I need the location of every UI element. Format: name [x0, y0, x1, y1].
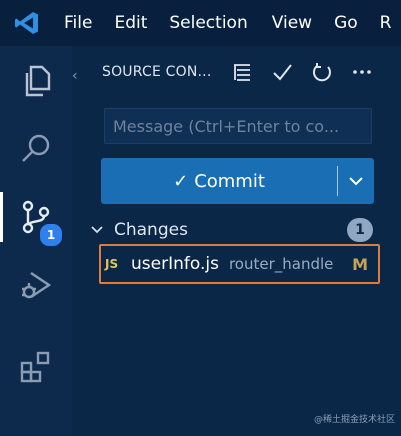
- extensions-icon: [20, 351, 50, 383]
- source-control-panel: ‹ SOURCE CON... ✓ Commit: [72, 46, 401, 436]
- commit-button[interactable]: ✓ Commit: [101, 158, 337, 204]
- more-icon[interactable]: [350, 60, 374, 84]
- panel-title: SOURCE CON...: [102, 64, 212, 80]
- activity-source-control[interactable]: 1: [0, 186, 72, 248]
- file-status-modified: M: [352, 254, 368, 274]
- commit-button-group: ✓ Commit: [101, 158, 374, 204]
- changes-label: Changes: [114, 220, 188, 240]
- activity-explorer[interactable]: [0, 50, 72, 112]
- commit-dropdown-button[interactable]: [338, 158, 374, 204]
- activity-bar: 1: [0, 46, 72, 436]
- changes-count-badge: 1: [347, 218, 373, 242]
- menu-go[interactable]: Go: [334, 13, 358, 33]
- chevron-down-icon: [349, 177, 363, 186]
- panel-actions: [230, 58, 390, 86]
- file-name: userInfo.js: [131, 254, 219, 274]
- menu-selection[interactable]: Selection: [169, 13, 247, 33]
- changes-section-header[interactable]: Changes: [90, 218, 188, 242]
- menu-bar: File Edit Selection View Go R: [64, 0, 401, 46]
- menu-file[interactable]: File: [64, 13, 92, 33]
- source-control-badge: 1: [38, 222, 64, 248]
- check-icon: ✓: [173, 170, 189, 192]
- javascript-file-icon: JS: [105, 257, 119, 271]
- run-debug-icon: [22, 272, 52, 299]
- menu-run[interactable]: R: [380, 13, 392, 33]
- menu-view[interactable]: View: [272, 13, 312, 33]
- changed-file-item[interactable]: JS userInfo.js router_handle M: [99, 244, 380, 284]
- menu-edit[interactable]: Edit: [114, 13, 147, 33]
- commit-message-input[interactable]: [104, 108, 372, 144]
- view-as-tree-icon[interactable]: [230, 60, 254, 84]
- commit-button-label: Commit: [194, 170, 265, 192]
- activity-search[interactable]: [0, 118, 72, 180]
- chevron-left-icon[interactable]: ‹: [72, 68, 78, 84]
- files-icon: [25, 65, 51, 97]
- file-directory: router_handle: [228, 255, 334, 273]
- refresh-icon[interactable]: [310, 60, 334, 84]
- search-icon: [22, 134, 50, 162]
- title-bar: File Edit Selection View Go R: [0, 0, 401, 46]
- check-icon[interactable]: [270, 60, 294, 84]
- chevron-down-icon: [91, 226, 103, 234]
- watermark: @稀土掘金技术社区: [314, 415, 396, 425]
- activity-run-debug[interactable]: [0, 254, 72, 316]
- vscode-logo-icon: [15, 12, 38, 34]
- activity-extensions[interactable]: [0, 336, 72, 398]
